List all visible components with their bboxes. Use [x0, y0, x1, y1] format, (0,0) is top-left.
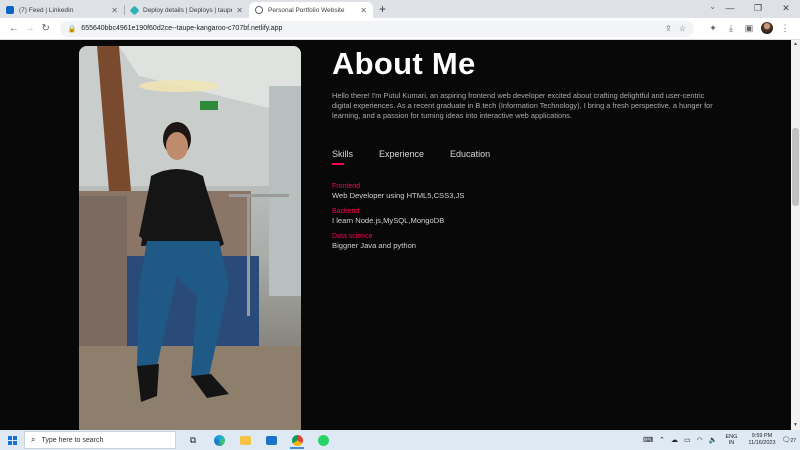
list-item: Frontend Web Developer using HTML5,CSS3,… [332, 182, 464, 201]
windows-logo-icon [7, 435, 17, 445]
about-tabs: Skills Experience Education [332, 149, 516, 165]
region-code: IN [728, 440, 735, 446]
tab-title: (7) Feed | LinkedIn [19, 6, 74, 14]
tab-title: Personal Portfolio Website [268, 6, 345, 14]
chevron-up-icon[interactable]: ⌃ [659, 436, 665, 444]
skill-category: Data science [332, 233, 373, 240]
browser-tools: ✦ ⤓ ▣ ⋮ [704, 21, 794, 36]
close-tab-icon[interactable]: ✕ [236, 6, 243, 15]
skill-category: Backend [332, 208, 360, 215]
mail-button[interactable] [258, 430, 284, 450]
tab-linkedin[interactable]: (7) Feed | LinkedIn ✕ [0, 2, 124, 18]
bookmark-star-icon[interactable]: ☆ [679, 24, 686, 33]
mail-icon [265, 435, 277, 445]
portfolio-page: About Me Hello there! I'm Putul Kumari, … [0, 40, 791, 430]
scrollbar-thumb[interactable] [792, 128, 799, 206]
search-icon: ⌕ [31, 435, 36, 444]
time-text: 9:59 PM [751, 433, 773, 439]
file-explorer-button[interactable] [232, 430, 258, 450]
profile-photo [79, 46, 301, 430]
tab-education[interactable]: Education [450, 149, 490, 159]
notification-count: 27 [790, 438, 796, 444]
battery-icon[interactable]: ▭ [684, 436, 691, 444]
close-window-button[interactable]: ✕ [772, 0, 800, 18]
forward-icon[interactable]: → [22, 23, 38, 34]
intro-paragraph: Hello there! I'm Putul Kumari, an aspiri… [332, 91, 713, 120]
skill-category: Frontend [332, 183, 361, 190]
clock[interactable]: 9:59 PM 11/16/2023 [748, 433, 775, 447]
lock-icon[interactable]: 🔒 [68, 25, 77, 33]
profile-avatar[interactable] [758, 21, 776, 36]
edge-button[interactable] [206, 430, 232, 450]
close-tab-icon[interactable]: ✕ [111, 6, 118, 15]
whatsapp-button[interactable] [310, 430, 336, 450]
skill-description: Web Developer using HTML5,CSS3,JS [332, 191, 465, 200]
windows-taskbar: ⌕ Type here to search ⧉ ⌨ ⌃ ☁ ▭ ◠ 🔈 ENG … [0, 430, 800, 450]
linkedin-icon [6, 6, 14, 14]
wifi-icon[interactable]: ◠ [697, 436, 703, 444]
language-indicator[interactable]: ENG IN [726, 434, 738, 446]
search-placeholder: Type here to search [41, 436, 104, 444]
side-panel-icon[interactable]: ▣ [740, 23, 758, 34]
skills-list: Frontend Web Developer using HTML5,CSS3,… [332, 182, 464, 257]
skill-description: I learn Node.js,MySQL,MongoDB [332, 216, 445, 225]
reload-icon[interactable]: ↻ [38, 23, 54, 34]
taskbar-search-input[interactable]: ⌕ Type here to search [24, 431, 176, 449]
whatsapp-icon [317, 434, 329, 446]
date-text: 11/16/2023 [748, 440, 776, 446]
extensions-icon[interactable]: ✦ [704, 23, 722, 34]
list-item: Data science Biggner Java and python [332, 232, 464, 251]
url-text: 655640bbc4961e190f60d2ce--taupe-kangaroo… [81, 25, 283, 32]
chrome-icon [291, 434, 303, 446]
task-view-button[interactable]: ⧉ [180, 430, 206, 450]
netlify-icon [129, 5, 140, 15]
new-tab-button[interactable]: + [379, 2, 386, 16]
notification-button[interactable]: 🗨27 [782, 436, 796, 444]
profile-photo-illustration [79, 46, 301, 430]
system-tray: ⌨ ⌃ ☁ ▭ ◠ 🔈 ENG IN 9:59 PM 11/16/2023 🗨2… [640, 430, 800, 450]
taskbar-apps: ⧉ [180, 430, 336, 450]
volume-icon[interactable]: 🔈 [709, 436, 718, 444]
page-scrollbar[interactable]: ▲ ▼ [791, 40, 800, 430]
back-icon[interactable]: ← [6, 23, 22, 34]
scroll-up-icon[interactable]: ▲ [791, 40, 800, 49]
tab-portfolio[interactable]: Personal Portfolio Website ✕ [249, 2, 373, 18]
tab-netlify-deploy[interactable]: Deploy details | Deploys | taupe ✕ [125, 2, 249, 18]
tab-experience[interactable]: Experience [379, 149, 424, 159]
tab-title: Deploy details | Deploys | taupe [143, 6, 233, 14]
window-controls: — ❐ ✕ [716, 0, 800, 18]
edge-icon [213, 434, 225, 446]
page-title: About Me [332, 46, 476, 81]
download-icon[interactable]: ⤓ [722, 23, 740, 34]
list-item: Backend I learn Node.js,MySQL,MongoDB [332, 207, 464, 226]
keyboard-icon[interactable]: ⌨ [643, 436, 653, 444]
folder-icon [239, 435, 251, 445]
address-bar[interactable]: 🔒 655640bbc4961e190f60d2ce--taupe-kangar… [59, 20, 694, 37]
share-icon[interactable]: ⇪ [665, 24, 672, 33]
chrome-button[interactable] [284, 430, 310, 450]
maximize-button[interactable]: ❐ [744, 0, 772, 18]
address-toolbar: ← → ↻ 🔒 655640bbc4961e190f60d2ce--taupe-… [0, 18, 800, 40]
cloud-icon[interactable]: ☁ [671, 436, 678, 444]
tab-search-icon[interactable]: ⌄ [709, 2, 716, 11]
minimize-button[interactable]: — [716, 0, 744, 18]
scroll-down-icon[interactable]: ▼ [791, 421, 800, 430]
browser-tab-strip: (7) Feed | LinkedIn ✕ Deploy details | D… [0, 0, 800, 18]
task-view-icon: ⧉ [189, 434, 197, 445]
more-menu-icon[interactable]: ⋮ [776, 23, 794, 34]
start-button[interactable] [0, 430, 24, 450]
skill-description: Biggner Java and python [332, 241, 417, 250]
tab-skills[interactable]: Skills [332, 149, 353, 165]
globe-icon [255, 6, 263, 14]
close-tab-icon[interactable]: ✕ [360, 6, 367, 15]
